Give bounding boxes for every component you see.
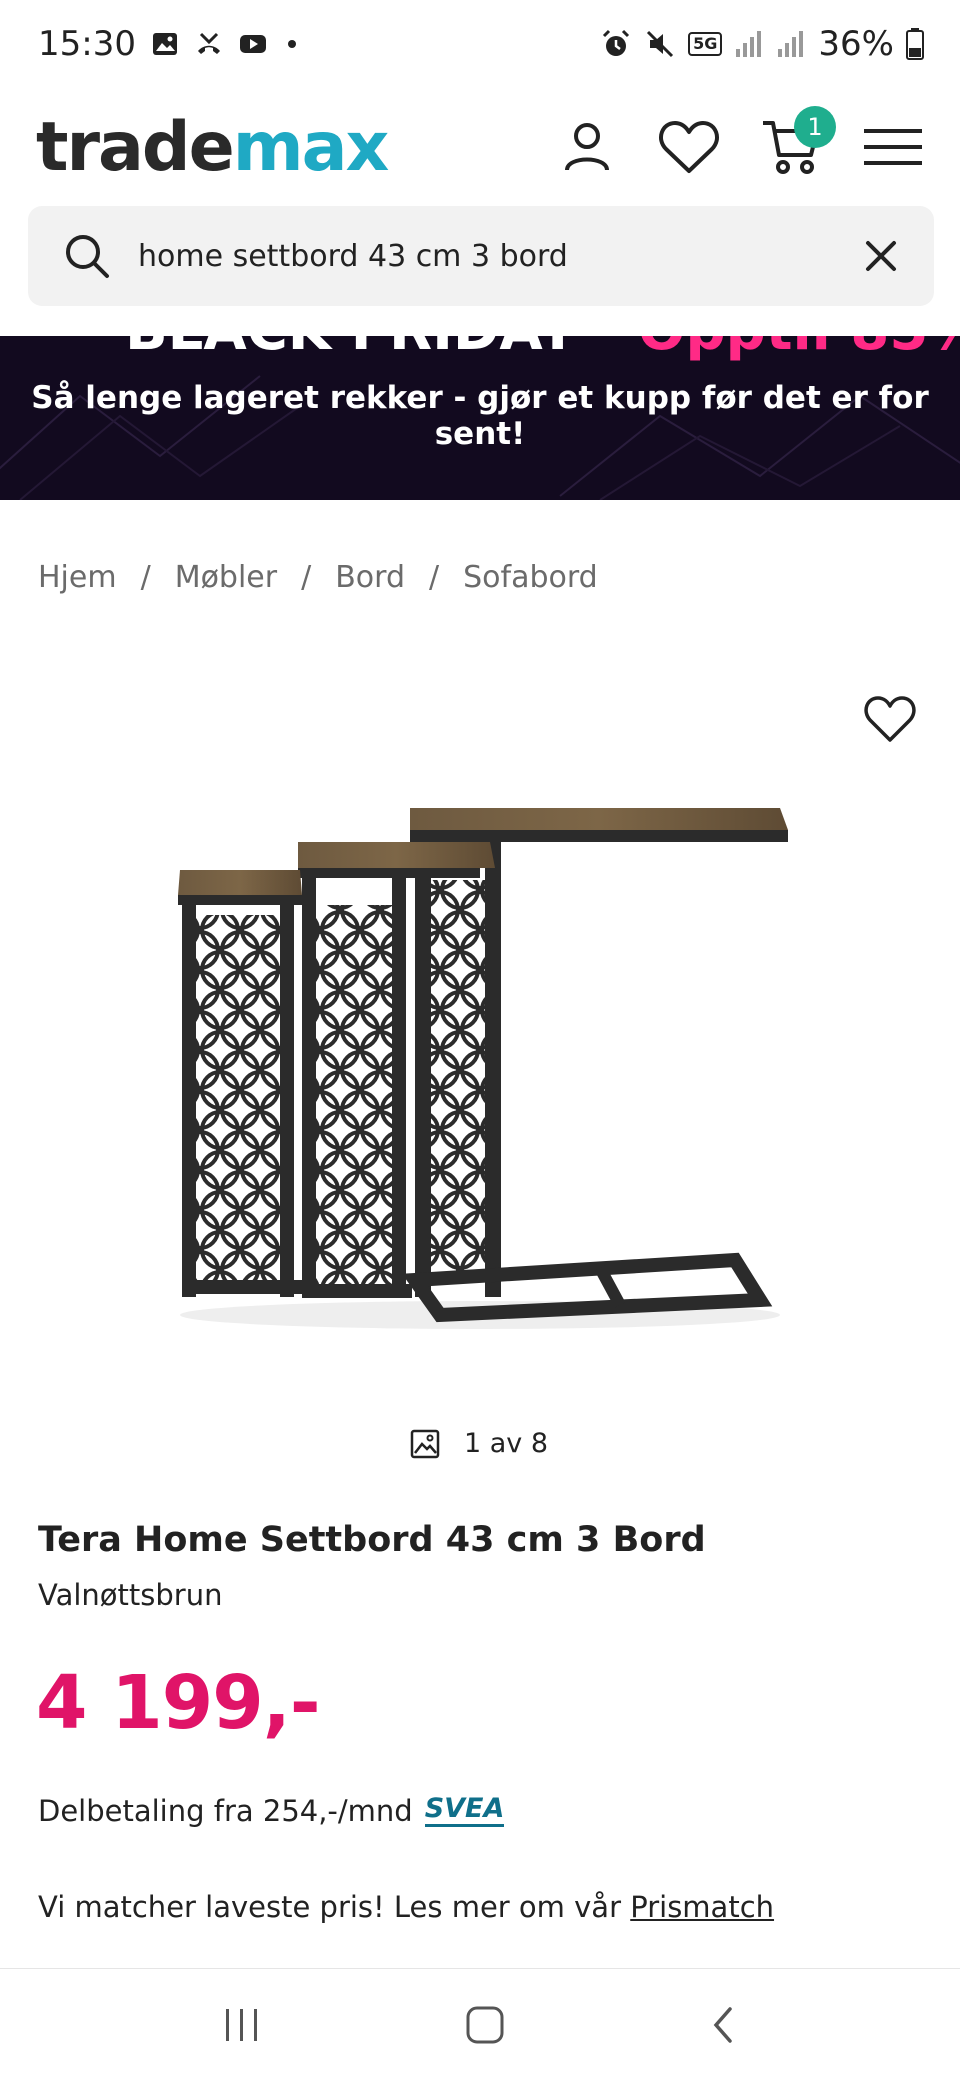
system-nav-bar [0,1968,960,2080]
gallery-counter[interactable]: 1 av 8 [410,1428,548,1459]
installment-text: Delbetaling fra 254,-/mnd [38,1794,413,1828]
breadcrumb-item-bord[interactable]: Bord [335,560,405,595]
youtube-icon [239,35,266,53]
signal-icon-2 [778,31,804,57]
search-icon [66,235,109,278]
logo-text-trade: trade [36,107,235,187]
logo-text-max: max [232,107,390,187]
cart-button[interactable]: 1 [760,106,836,178]
pricematch-text: Vi matcher laveste pris! Les mer om vår [38,1890,631,1924]
mute-icon [647,30,674,58]
breadcrumb-separator: / [429,560,440,595]
account-button[interactable] [556,116,618,178]
svea-logo: SVEA [424,1795,505,1827]
status-time: 15:30 [38,24,136,64]
banner-headline-accent: Opptil 85% [638,336,960,363]
missed-call-icon [197,32,220,54]
home-icon[interactable] [465,2005,505,2045]
menu-button[interactable] [862,116,924,178]
breadcrumb: Hjem / Møbler / Bord / Sofabord [38,560,598,595]
pricematch-info: Vi matcher laveste pris! Les mer om vår … [38,1890,774,1924]
cart-count-badge: 1 [794,106,836,148]
banner-headline-text: BLACK FRIDAY [125,336,578,363]
battery-icon [906,28,924,60]
gallery-counter-text: 1 av 8 [464,1428,549,1459]
clear-search-icon[interactable] [864,239,898,273]
product-wishlist-heart-icon[interactable] [862,692,918,748]
network-type-badge: 5G [688,32,723,56]
installment-info: Delbetaling fra 254,-/mnd SVEA [38,1794,505,1828]
heart-icon [659,121,719,173]
image-icon [410,1429,440,1458]
breadcrumb-separator: / [301,560,312,595]
status-bar: 15:30 5G 36% [0,0,960,88]
breadcrumb-separator: / [140,560,151,595]
back-icon[interactable] [708,2005,738,2045]
product-variant: Valnøttsbrun [38,1578,223,1612]
breadcrumb-item-sofabord[interactable]: Sofabord [463,560,598,595]
promo-banner[interactable]: BLACK FRIDAY Opptil 85% Så lenge lageret … [0,336,960,500]
recent-apps-icon[interactable] [222,2007,262,2043]
product-title: Tera Home Settbord 43 cm 3 Bord [38,1520,706,1560]
banner-subtitle: Så lenge lageret rekker - gjør et kupp f… [31,380,929,452]
user-icon [565,123,609,171]
site-header: trademax 1 [0,88,960,206]
gallery-notification-icon [152,33,177,55]
alarm-icon [603,29,630,56]
wishlist-button[interactable] [658,116,720,178]
battery-percent: 36% [818,24,894,64]
breadcrumb-item-hjem[interactable]: Hjem [38,560,117,595]
hamburger-menu-icon [864,129,922,165]
signal-icon [736,31,762,57]
more-notifications-dot [287,40,296,48]
product-image[interactable] [160,790,800,1350]
search-bar[interactable]: home settbord 43 cm 3 bord [28,206,934,306]
banner-headline: BLACK FRIDAY Opptil 85% [125,336,960,363]
product-price: 4 199,- [36,1660,321,1746]
trademax-logo[interactable]: trademax [36,107,390,187]
search-input[interactable]: home settbord 43 cm 3 bord [138,239,864,274]
pricematch-link[interactable]: Prismatch [630,1890,774,1924]
breadcrumb-item-mobler[interactable]: Møbler [175,560,277,595]
